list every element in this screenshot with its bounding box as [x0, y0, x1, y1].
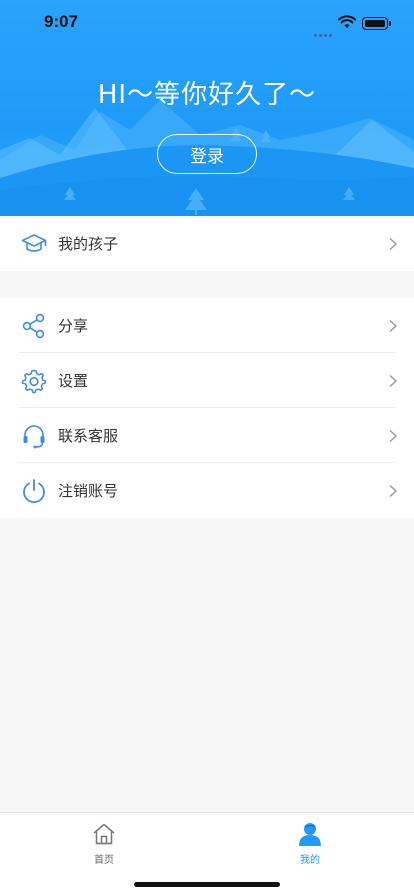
menu-item-label: 设置	[58, 372, 89, 390]
power-icon	[23, 478, 45, 503]
graduation-cap-icon	[21, 233, 47, 252]
home-icon	[93, 823, 115, 845]
menu-item-label: 我的孩子	[58, 235, 119, 253]
chevron-right-icon	[389, 374, 398, 387]
tab-label: 我的	[300, 855, 320, 866]
signal-icon	[314, 22, 334, 37]
menu-item-share[interactable]: 分享	[0, 298, 414, 353]
menu-item-label: 联系客服	[58, 427, 119, 445]
battery-icon	[362, 17, 391, 30]
gear-icon	[21, 369, 47, 393]
tab-home[interactable]: 首页	[64, 821, 144, 866]
menu-item-my-children[interactable]: 我的孩子	[0, 216, 414, 271]
menu-item-label: 注销账号	[58, 482, 119, 500]
user-icon	[299, 823, 321, 846]
menu-item-settings[interactable]: 设置	[0, 353, 414, 408]
status-bar: 9:07	[0, 0, 414, 46]
headset-icon	[23, 424, 45, 448]
chevron-right-icon	[389, 429, 398, 442]
menu-item-contact-support[interactable]: 联系客服	[0, 408, 414, 463]
menu-group-children: 我的孩子	[0, 216, 414, 271]
greeting-title: HI～等你好久了～	[97, 80, 317, 110]
login-button[interactable]: 登录	[157, 134, 257, 174]
profile-header: 9:07 HI～等你好久了～ 登录	[0, 0, 414, 216]
menu-item-label: 分享	[58, 317, 89, 335]
share-icon	[22, 313, 45, 338]
status-time: 9:07	[44, 12, 79, 31]
menu-item-deactivate-account[interactable]: 注销账号	[0, 463, 414, 518]
tab-mine[interactable]: 我的	[270, 821, 350, 866]
menu-group-settings: 分享 设置 联系客服 注销账号	[0, 298, 414, 518]
home-indicator	[134, 882, 280, 887]
chevron-right-icon	[389, 319, 398, 332]
chevron-right-icon	[389, 484, 398, 497]
chevron-right-icon	[389, 237, 398, 250]
wifi-icon	[338, 15, 356, 28]
tab-label: 首页	[94, 855, 114, 866]
